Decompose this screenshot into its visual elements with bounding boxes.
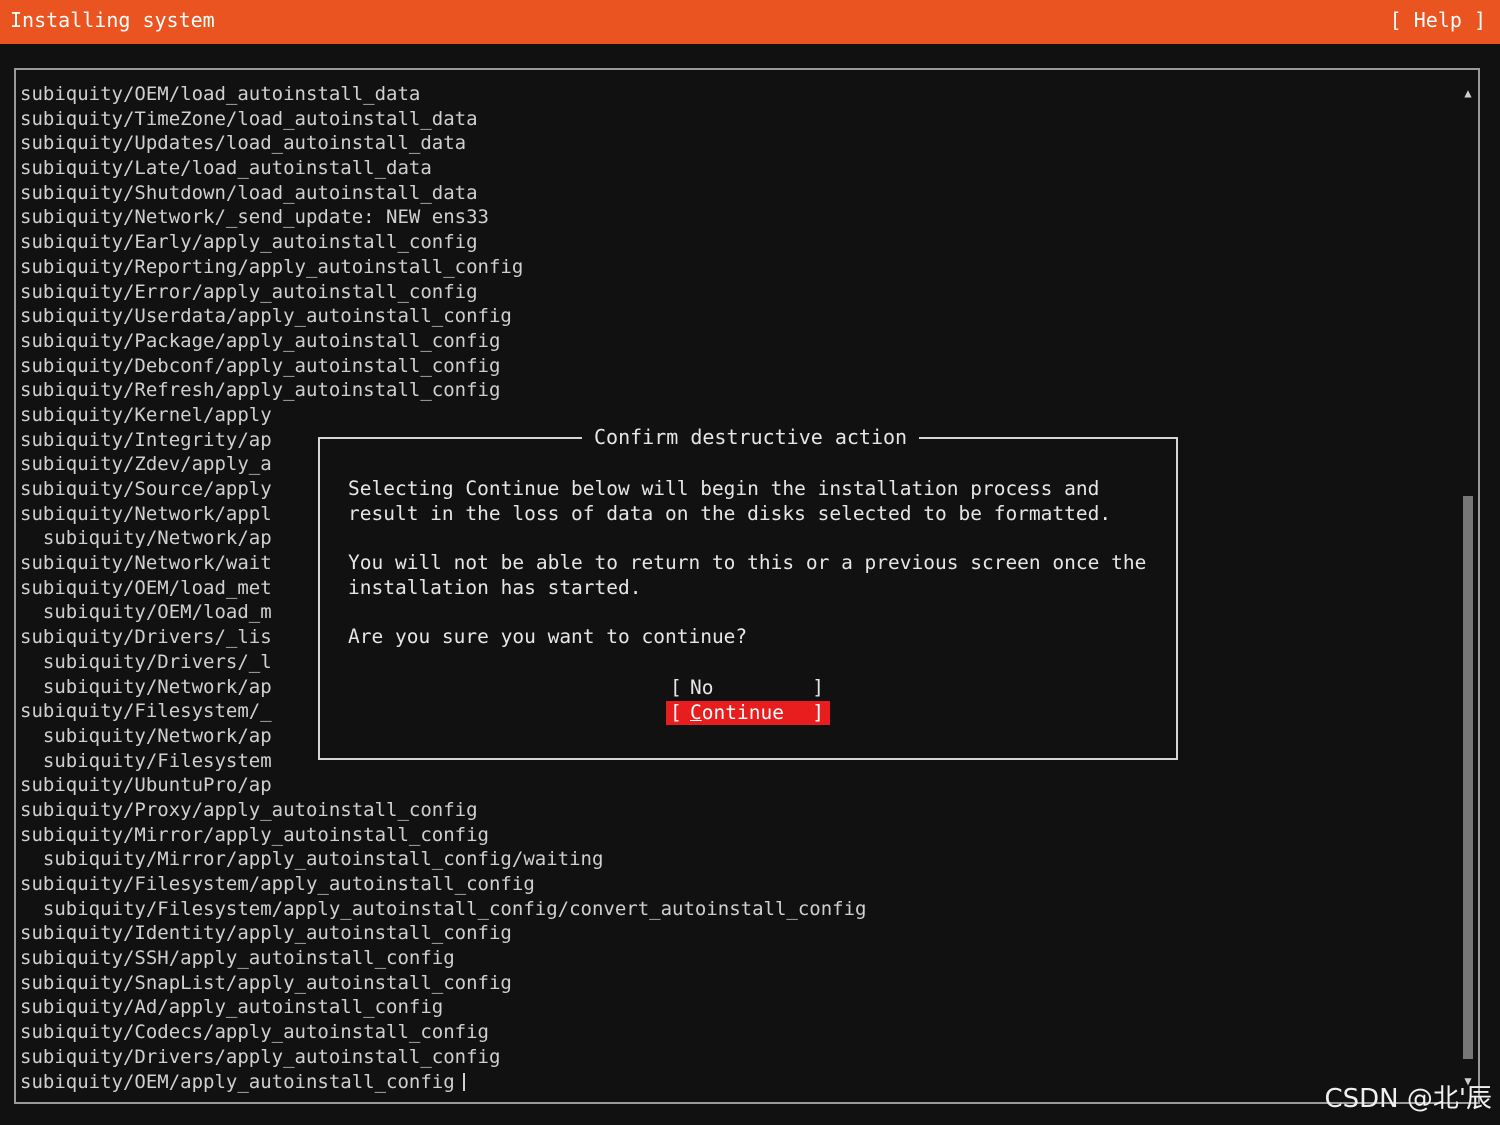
log-line: subiquity/SSH/apply_autoinstall_config xyxy=(20,947,455,970)
watermark: CSDN @北'辰 xyxy=(1324,1084,1492,1114)
log-line: subiquity/OEM/load_autoinstall_data xyxy=(20,83,421,105)
dialog-question: Are you sure you want to continue? xyxy=(348,625,748,649)
help-button[interactable]: [ Help ] xyxy=(1390,8,1486,32)
log-line: subiquity/OEM/apply_autoinstall_config xyxy=(20,1070,1450,1095)
continue-button-label: Continue xyxy=(690,701,784,724)
log-line: subiquity/UbuntuPro/ap xyxy=(20,774,272,797)
log-line: subiquity/Package/apply_autoinstall_conf… xyxy=(20,329,501,352)
bracket-left: [ xyxy=(670,701,682,724)
scroll-thumb[interactable] xyxy=(1463,496,1473,1059)
log-line: subiquity/Kernel/apply xyxy=(20,403,272,426)
log-line: subiquity/Drivers/apply_autoinstall_conf… xyxy=(20,1045,501,1068)
window-title: Installing system xyxy=(10,8,215,32)
log-line: subiquity/TimeZone/load_autoinstall_data xyxy=(20,107,478,130)
dialog-warning-text: Selecting Continue below will begin the … xyxy=(348,477,1112,525)
log-line: subiquity/Network/_send_update: NEW ens3… xyxy=(20,206,489,229)
log-line: subiquity/Mirror/apply_autoinstall_confi… xyxy=(20,823,489,846)
log-line: subiquity/Early/apply_autoinstall_config xyxy=(20,231,478,254)
dialog-return-text: You will not be able to return to this o… xyxy=(348,551,1147,599)
log-line: subiquity/Userdata/apply_autoinstall_con… xyxy=(20,305,512,328)
log-line: subiquity/Codecs/apply_autoinstall_confi… xyxy=(20,1021,489,1044)
scroll-up-icon[interactable]: ▲ xyxy=(1460,84,1476,102)
text-cursor-icon xyxy=(462,1073,465,1091)
confirm-dialog: Confirm destructive action Selecting Con… xyxy=(318,425,1178,760)
log-line: subiquity/SnapList/apply_autoinstall_con… xyxy=(20,971,512,994)
log-line: subiquity/Identity/apply_autoinstall_con… xyxy=(20,922,512,945)
log-line: subiquity/Shutdown/load_autoinstall_data xyxy=(20,181,478,204)
log-line: subiquity/Error/apply_autoinstall_config xyxy=(20,280,478,303)
header-bar: Installing system [ Help ] xyxy=(0,0,1500,44)
log-line: subiquity/Filesystem/apply_autoinstall_c… xyxy=(20,873,535,895)
log-line: subiquity/Mirror/apply_autoinstall_confi… xyxy=(20,848,604,871)
continue-button[interactable]: [ Continue ] xyxy=(666,701,830,725)
bracket-right: ] xyxy=(812,701,824,724)
log-line: subiquity/Filesystem/apply_autoinstall_c… xyxy=(20,897,867,920)
no-button[interactable]: [ No ] xyxy=(666,676,830,700)
log-line: subiquity/Refresh/apply_autoinstall_conf… xyxy=(20,379,501,402)
log-scrollbar[interactable]: ▲ ▼ xyxy=(1460,84,1476,1090)
log-line: subiquity/Debconf/apply_autoinstall_conf… xyxy=(20,354,501,377)
dialog-title: Confirm destructive action xyxy=(582,425,920,449)
no-button-label: No xyxy=(690,676,714,699)
log-line: subiquity/Updates/load_autoinstall_data xyxy=(20,132,467,155)
log-line-text: subiquity/OEM/apply_autoinstall_config xyxy=(20,1070,455,1093)
bracket-right: ] xyxy=(812,676,824,699)
log-line: subiquity/Proxy/apply_autoinstall_config xyxy=(20,798,478,821)
log-line: subiquity/Reporting/apply_autoinstall_co… xyxy=(20,255,524,278)
log-line: subiquity/Ad/apply_autoinstall_config xyxy=(20,996,444,1019)
dialog-body: Selecting Continue below will begin the … xyxy=(348,477,1158,675)
bracket-left: [ xyxy=(670,676,682,699)
log-line: subiquity/Late/load_autoinstall_data xyxy=(20,157,432,180)
